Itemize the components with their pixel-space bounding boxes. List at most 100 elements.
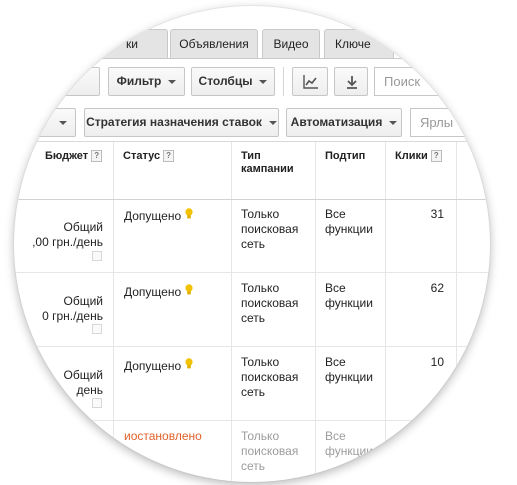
search-placeholder: Поиск (384, 74, 421, 89)
download-button[interactable] (334, 67, 368, 96)
search-input[interactable]: Поиск (374, 67, 490, 96)
labels-placeholder: Ярлы (420, 115, 454, 130)
type-line: поисковая (241, 296, 299, 310)
clicks-value[interactable]: 10 (394, 355, 444, 370)
tabs-baseline (14, 58, 490, 59)
status-cell: Допущено (124, 284, 193, 300)
type-line: поисковая (241, 222, 299, 236)
budget-edit-checkbox[interactable] (92, 398, 102, 408)
bid-strategy-label: Стратегия назначения ставок (86, 115, 262, 129)
row-divider (14, 420, 490, 421)
row-divider (14, 346, 490, 347)
toolbar-divider (283, 67, 284, 96)
budget-edit-checkbox[interactable] (92, 251, 102, 261)
toolbar-button-left-2[interactable] (20, 108, 76, 137)
type-line: поисковая (241, 444, 299, 458)
subtype-line: Все (325, 355, 346, 369)
header-label: кампании (241, 163, 294, 175)
bid-strategy-button[interactable]: Стратегия назначения ставок (84, 108, 279, 137)
column-header-status[interactable]: Статус? (114, 142, 231, 200)
type-line: сеть (241, 237, 266, 251)
subtype-line: Все (325, 429, 346, 443)
tab-keywords-2[interactable]: Ключе (324, 29, 394, 59)
tab-keywords[interactable]: ки (96, 29, 168, 59)
help-icon[interactable]: ? (91, 150, 103, 163)
type-line: сеть (241, 311, 266, 325)
column-header-clicks[interactable]: Клики? (386, 142, 456, 200)
lightbulb-icon[interactable] (185, 208, 193, 220)
budget-type: Общий (63, 294, 104, 308)
campaign-type-cell: Только поисковая сеть (241, 355, 298, 400)
subtype-cell: Все функции (325, 207, 373, 237)
automation-label: Автоматизация (290, 115, 383, 129)
status-text-paused: иостановлено (124, 429, 202, 443)
status-cell: Допущено (124, 358, 193, 374)
filter-button[interactable]: Фильтр (108, 67, 185, 96)
chart-toggle-button[interactable] (292, 67, 328, 96)
column-header-subtype[interactable]: Подтип (316, 142, 385, 200)
type-line: сеть (241, 459, 266, 473)
columns-label: Столбцы (198, 74, 253, 88)
subtype-line: Все (325, 207, 346, 221)
tab-video[interactable]: Видео (262, 29, 320, 59)
toolbar-button-left[interactable] (50, 67, 100, 96)
subtype-cell: Все функции (325, 429, 373, 459)
help-icon[interactable]: ? (430, 150, 442, 163)
status-text: Допущено (124, 209, 182, 223)
columns-button[interactable]: Столбцы (191, 67, 275, 96)
column-header-campaign-type[interactable]: Тип кампании (232, 142, 315, 200)
type-line: сеть (241, 385, 266, 399)
chevron-down-icon (259, 79, 268, 84)
column-header-budget[interactable]: Бюджет? (35, 142, 113, 200)
campaign-type-cell: Только поисковая сеть (241, 207, 298, 252)
chevron-down-icon (268, 120, 277, 125)
subtype-cell: Все функции (325, 355, 373, 385)
header-label: Подтип (325, 150, 366, 162)
status-cell: Допущено (124, 208, 193, 224)
tab-label: Объявления (179, 37, 249, 51)
help-icon[interactable]: ? (163, 150, 175, 163)
ads-campaigns-view: ки Объявления Видео Ключе Фильтр Столбцы… (14, 6, 490, 482)
column-divider (456, 142, 457, 482)
budget-amount: ,00 грн./день (32, 235, 103, 249)
status-text: Допущено (124, 285, 182, 299)
budget-type: Общий (63, 220, 104, 234)
header-label: Статус (123, 150, 161, 162)
type-line: поисковая (241, 370, 299, 384)
status-text: Допущено (124, 359, 182, 373)
budget-amount: день (76, 383, 103, 397)
type-line: Только (241, 281, 280, 295)
campaign-type-cell: Только поисковая сеть (241, 281, 298, 326)
campaign-type-cell: Только поисковая сеть (241, 429, 298, 474)
clicks-value[interactable]: 62 (394, 281, 444, 296)
clicks-value[interactable]: 31 (394, 207, 444, 222)
download-icon (347, 76, 357, 89)
tab-ads[interactable]: Объявления (170, 29, 258, 59)
subtype-line: функции (325, 222, 373, 236)
header-label: Клики (395, 150, 428, 162)
filter-label: Фильтр (116, 74, 162, 88)
type-line: Только (241, 207, 280, 221)
type-line: Только (241, 429, 280, 443)
line-chart-icon (303, 75, 318, 89)
magnifier-lens: ки Объявления Видео Ключе Фильтр Столбцы… (14, 6, 490, 482)
subtype-line: Все (325, 281, 346, 295)
budget-edit-checkbox[interactable] (92, 324, 102, 334)
chevron-down-icon (389, 120, 398, 125)
chevron-down-icon (168, 79, 177, 84)
tab-label: ки (126, 37, 138, 51)
labels-input[interactable]: Ярлы (410, 108, 490, 137)
subtype-line: функции (325, 370, 373, 384)
header-label: Бюджет (45, 150, 89, 162)
budget-amount: 0 грн./день (42, 309, 103, 323)
subtype-line: функции (325, 444, 373, 458)
lightbulb-icon[interactable] (185, 284, 193, 296)
automation-button[interactable]: Автоматизация (286, 108, 402, 137)
subtype-line: функции (325, 296, 373, 310)
budget-type: Общий (63, 368, 104, 382)
chevron-down-icon (59, 120, 67, 125)
lightbulb-icon[interactable] (185, 358, 193, 370)
header-label: Тип (241, 150, 261, 162)
tab-label: Ключе (335, 37, 371, 51)
type-line: Только (241, 355, 280, 369)
